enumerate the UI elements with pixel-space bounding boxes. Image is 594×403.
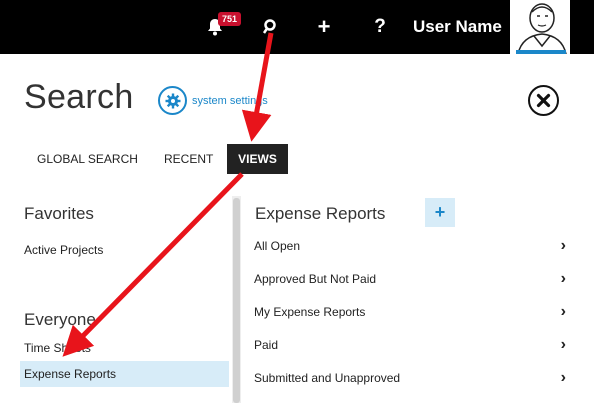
view-label: Paid [254, 337, 279, 352]
view-label: Submitted and Unapproved [254, 370, 401, 385]
list-item-expense-reports[interactable]: Expense Reports [20, 361, 229, 387]
close-icon[interactable] [536, 93, 551, 108]
chevron-right-icon[interactable]: › [550, 369, 566, 387]
view-row-submitted-and-unapproved[interactable]: Submitted and Unapproved › [254, 361, 566, 394]
add-view-button[interactable]: + [425, 198, 455, 227]
chevron-right-icon[interactable]: › [550, 237, 566, 255]
view-row-my-expense-reports[interactable]: My Expense Reports › [254, 295, 566, 328]
tab-global-search[interactable]: GLOBAL SEARCH [37, 144, 138, 174]
view-row-paid[interactable]: Paid › [254, 328, 566, 361]
notification-count-badge[interactable]: 751 [218, 12, 242, 26]
search-icon[interactable] [260, 16, 282, 38]
top-navigation-bar: 751 + ? User Name [0, 0, 594, 54]
list-item-active-projects[interactable]: Active Projects [24, 243, 103, 257]
scrollbar-thumb[interactable] [233, 198, 240, 403]
plus-icon[interactable]: + [313, 14, 335, 39]
help-icon[interactable]: ? [369, 16, 391, 38]
avatar[interactable] [510, 0, 570, 54]
system-settings-label[interactable]: system settings [192, 95, 268, 107]
tab-views[interactable]: VIEWS [227, 144, 288, 174]
view-row-all-open[interactable]: All Open › [254, 229, 566, 262]
close-button[interactable] [528, 85, 559, 116]
view-label: Approved But Not Paid [254, 271, 377, 286]
everyone-heading: Everyone [24, 310, 96, 329]
view-row-approved-but-not-paid[interactable]: Approved But Not Paid › [254, 262, 566, 295]
view-label: All Open [254, 238, 301, 253]
chevron-right-icon[interactable]: › [550, 336, 566, 354]
favorites-heading: Favorites [24, 204, 94, 223]
gear-icon[interactable] [158, 86, 187, 115]
tab-recent[interactable]: RECENT [164, 144, 213, 174]
list-item-time-sheets[interactable]: Time Sheets [24, 341, 91, 355]
views-category-list: Favorites Active Projects Everyone Time … [0, 196, 232, 403]
panel-title: Expense Reports [255, 204, 386, 223]
chevron-right-icon[interactable]: › [550, 303, 566, 321]
page-title: Search [24, 78, 134, 116]
user-name[interactable]: User Name [413, 17, 502, 37]
system-settings-link[interactable]: system settings [158, 86, 268, 115]
chevron-right-icon[interactable]: › [550, 270, 566, 288]
view-label: My Expense Reports [254, 304, 366, 319]
